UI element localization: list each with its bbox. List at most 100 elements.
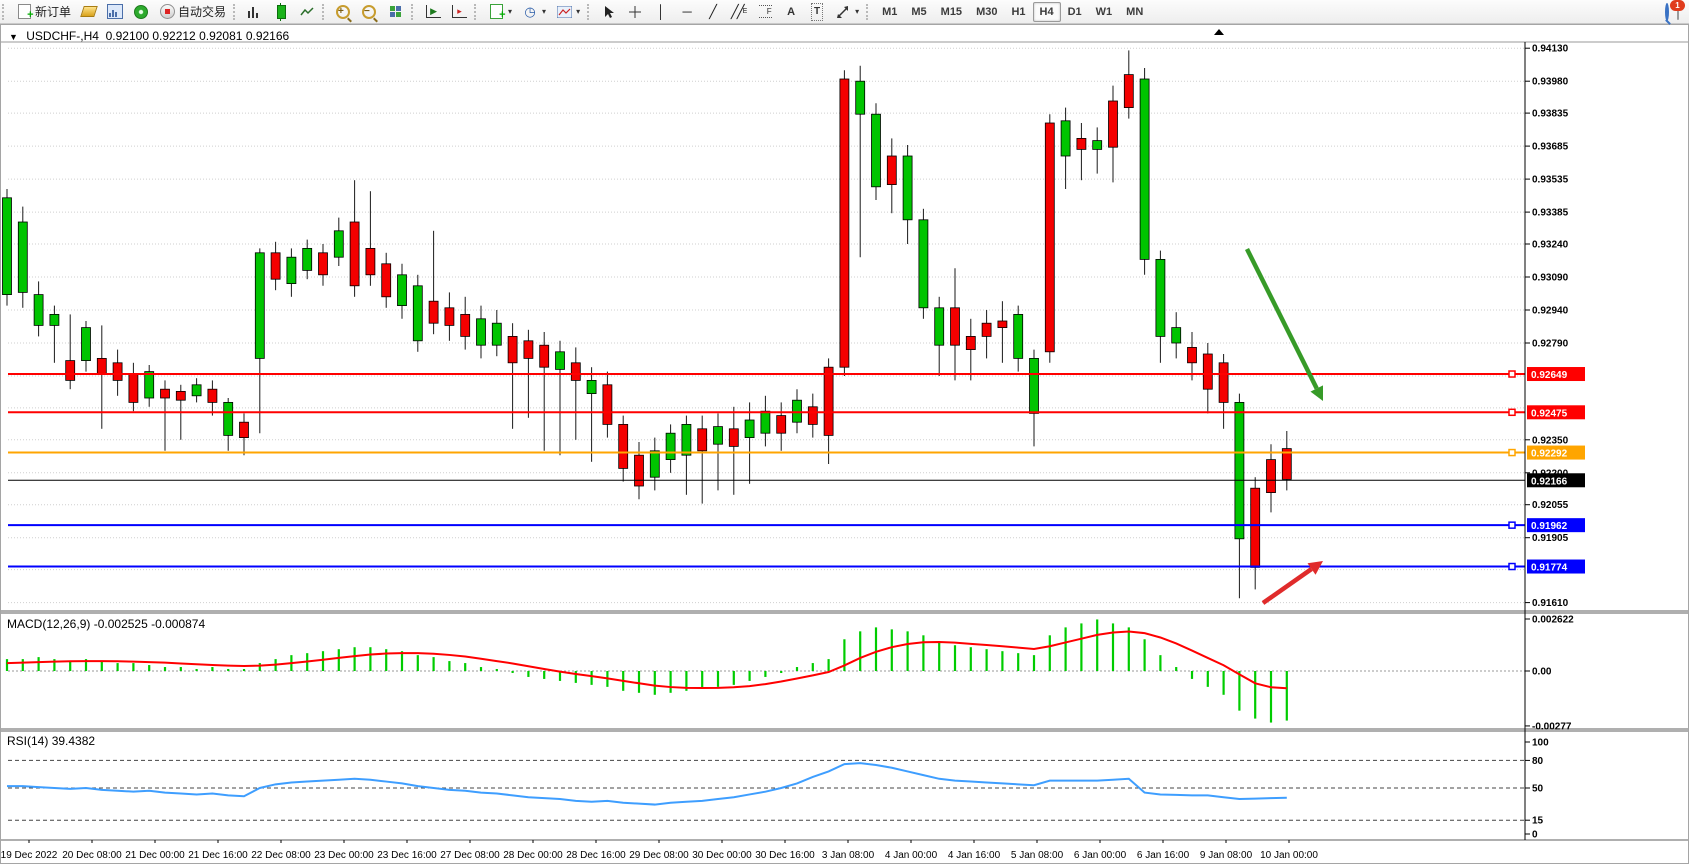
crosshair-icon: [627, 4, 643, 20]
zoom-out-button[interactable]: −: [357, 1, 383, 23]
new-chart-button[interactable]: [102, 1, 128, 23]
timeframe-w1-button[interactable]: W1: [1089, 2, 1120, 22]
horizontal-line-icon: ─: [679, 4, 695, 20]
timeframe-h4-button[interactable]: H4: [1033, 2, 1061, 22]
arrows-tool-button[interactable]: ▾: [830, 1, 864, 23]
notifications-button[interactable]: 1: [1677, 5, 1679, 19]
crosshair-tool-button[interactable]: [622, 1, 648, 23]
chart-window[interactable]: ▼ USDCHF-,H4 0.92100 0.92212 0.92081 0.9…: [0, 24, 1689, 864]
bar-chart-mode-button[interactable]: [242, 1, 268, 23]
svg-text:0.92055: 0.92055: [1532, 500, 1569, 511]
auto-trading-label: 自动交易: [178, 3, 226, 20]
vertical-line-tool-button[interactable]: │: [648, 1, 674, 23]
indicators-icon: [488, 4, 504, 20]
dropdown-caret-icon: ▾: [542, 7, 546, 16]
svg-text:0.92350: 0.92350: [1532, 435, 1569, 446]
trendline-tool-button[interactable]: ╱: [700, 1, 726, 23]
svg-text:0.91610: 0.91610: [1532, 598, 1569, 609]
svg-text:0.93090: 0.93090: [1532, 273, 1569, 284]
chart-shift-button[interactable]: ▸: [446, 1, 472, 23]
ohlc-close: 0.92166: [246, 29, 289, 43]
horizontal-line-tool-button[interactable]: ─: [674, 1, 700, 23]
svg-text:22 Dec 08:00: 22 Dec 08:00: [251, 850, 311, 861]
svg-text:21 Dec 16:00: 21 Dec 16:00: [188, 850, 248, 861]
svg-text:27 Dec 08:00: 27 Dec 08:00: [440, 850, 500, 861]
fibonacci-tool-button[interactable]: F: [752, 1, 778, 23]
macd-signal-value: -0.000874: [151, 617, 205, 631]
text-label-tool-button[interactable]: T: [804, 1, 830, 23]
timeframe-d1-button[interactable]: D1: [1061, 2, 1089, 22]
timeframe-m15-button[interactable]: M15: [934, 2, 969, 22]
svg-text:0.91905: 0.91905: [1532, 533, 1569, 544]
line-chart-mode-button[interactable]: [294, 1, 320, 23]
template-icon: [556, 4, 572, 20]
svg-text:0.92475: 0.92475: [1531, 408, 1568, 419]
svg-text:0.93535: 0.93535: [1532, 175, 1569, 186]
svg-text:0.92790: 0.92790: [1532, 339, 1569, 350]
chart-menu-triangle-icon[interactable]: ▼: [9, 32, 18, 42]
svg-text:19 Dec 2022: 19 Dec 2022: [1, 850, 58, 861]
text-label-icon: T: [809, 4, 825, 20]
tile-windows-button[interactable]: [383, 1, 409, 23]
dropdown-caret-icon: ▾: [855, 7, 859, 16]
signals-button[interactable]: [128, 1, 154, 23]
svg-text:21 Dec 00:00: 21 Dec 00:00: [125, 850, 185, 861]
auto-trading-button[interactable]: 自动交易: [154, 1, 231, 23]
main-toolbar: 新订单 自动交易 + − ▶: [0, 0, 1689, 24]
timeframe-m1-button[interactable]: M1: [875, 2, 904, 22]
svg-text:3 Jan 08:00: 3 Jan 08:00: [822, 850, 875, 861]
dropdown-caret-icon: ▾: [508, 7, 512, 16]
ohlc-high: 0.92212: [152, 29, 195, 43]
periods-button[interactable]: ◷ ▾: [517, 1, 551, 23]
market-depth-button[interactable]: [76, 1, 102, 23]
svg-text:6 Jan 16:00: 6 Jan 16:00: [1137, 850, 1190, 861]
price-chart-canvas[interactable]: 0.941300.939800.938350.936850.935350.933…: [1, 25, 1688, 863]
cursor-tool-button[interactable]: [596, 1, 622, 23]
chart-shift-icon: ▸: [451, 4, 467, 20]
svg-text:0.93835: 0.93835: [1532, 109, 1569, 120]
timeframe-m30-button[interactable]: M30: [969, 2, 1004, 22]
indicators-button[interactable]: ▾: [483, 1, 517, 23]
svg-text:0.92940: 0.92940: [1532, 306, 1569, 317]
svg-text:4 Jan 00:00: 4 Jan 00:00: [885, 850, 938, 861]
chart-symbol-period: USDCHF-,H4: [26, 29, 99, 43]
macd-indicator-label: MACD(12,26,9) -0.002525 -0.000874: [7, 617, 205, 631]
timeframe-mn-button[interactable]: MN: [1119, 2, 1150, 22]
svg-text:30 Dec 00:00: 30 Dec 00:00: [692, 850, 752, 861]
zoom-out-icon: −: [362, 4, 378, 20]
channel-tool-button[interactable]: ╱╱E: [726, 1, 752, 23]
svg-text:5 Jan 08:00: 5 Jan 08:00: [1011, 850, 1064, 861]
rsi-value: 39.4382: [52, 734, 95, 748]
toolbar-grip: [411, 4, 418, 20]
svg-text:50: 50: [1532, 784, 1544, 795]
timeframe-h1-button[interactable]: H1: [1004, 2, 1032, 22]
rsi-indicator-label: RSI(14) 39.4382: [7, 734, 95, 748]
chart-title: ▼ USDCHF-,H4 0.92100 0.92212 0.92081 0.9…: [9, 29, 289, 43]
svg-text:0.00: 0.00: [1532, 667, 1552, 678]
search-icon: [1665, 3, 1669, 21]
zoom-in-button[interactable]: +: [331, 1, 357, 23]
text-tool-button[interactable]: A: [778, 1, 804, 23]
search-button[interactable]: [1665, 5, 1669, 19]
candle-chart-mode-button[interactable]: [268, 1, 294, 23]
svg-text:28 Dec 00:00: 28 Dec 00:00: [503, 850, 563, 861]
svg-text:0.92292: 0.92292: [1531, 449, 1568, 460]
auto-scroll-icon: ▶: [425, 4, 441, 20]
cursor-icon: [601, 4, 617, 20]
svg-text:0.92166: 0.92166: [1531, 476, 1568, 487]
templates-button[interactable]: ▾: [551, 1, 585, 23]
auto-scroll-button[interactable]: ▶: [420, 1, 446, 23]
svg-text:0.93980: 0.93980: [1532, 77, 1569, 88]
toolbar-grip: [474, 4, 481, 20]
svg-text:6 Jan 00:00: 6 Jan 00:00: [1074, 850, 1127, 861]
timeframe-m5-button[interactable]: M5: [904, 2, 933, 22]
svg-text:28 Dec 16:00: 28 Dec 16:00: [566, 850, 626, 861]
svg-text:10 Jan 00:00: 10 Jan 00:00: [1260, 850, 1318, 861]
toolbar-grip: [322, 4, 329, 20]
svg-text:4 Jan 16:00: 4 Jan 16:00: [948, 850, 1001, 861]
new-order-button[interactable]: 新订单: [11, 1, 76, 23]
vertical-line-icon: │: [653, 4, 669, 20]
toolbar-grip: [587, 4, 594, 20]
notification-badge: 1: [1670, 0, 1685, 11]
svg-text:0.91962: 0.91962: [1531, 521, 1568, 532]
